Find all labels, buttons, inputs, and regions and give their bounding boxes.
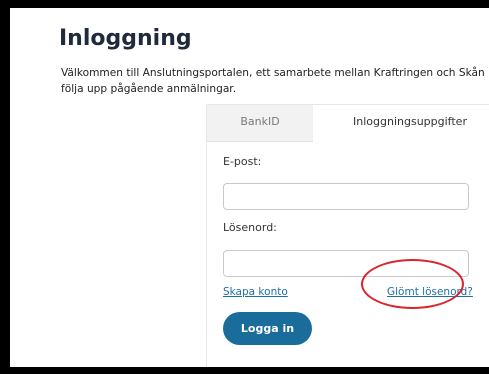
tab-credentials[interactable]: Inloggningsuppgifter (313, 105, 489, 141)
intro-text: Välkommen till Anslutningsportalen, ett … (61, 65, 489, 97)
email-field[interactable] (223, 183, 469, 210)
intro-text-line-1: Välkommen till Anslutningsportalen, ett … (61, 67, 485, 79)
intro-text-line-2: följa upp pågående anmälningar. (61, 83, 237, 95)
forgot-password-link[interactable]: Glömt lösenord? (387, 286, 473, 298)
page-title: Inloggning (59, 26, 192, 51)
login-card: BankID Inloggningsuppgifter E-post: Löse… (206, 104, 489, 367)
email-label: E-post: (223, 155, 262, 168)
login-page: Inloggning Välkommen till Anslutningspor… (10, 8, 489, 367)
tab-bankid[interactable]: BankID (207, 105, 313, 142)
login-button[interactable]: Logga in (223, 312, 312, 345)
create-account-link[interactable]: Skapa konto (223, 286, 288, 298)
password-field[interactable] (223, 250, 469, 277)
login-tabs: BankID Inloggningsuppgifter (207, 105, 489, 142)
password-label: Lösenord: (223, 221, 277, 234)
